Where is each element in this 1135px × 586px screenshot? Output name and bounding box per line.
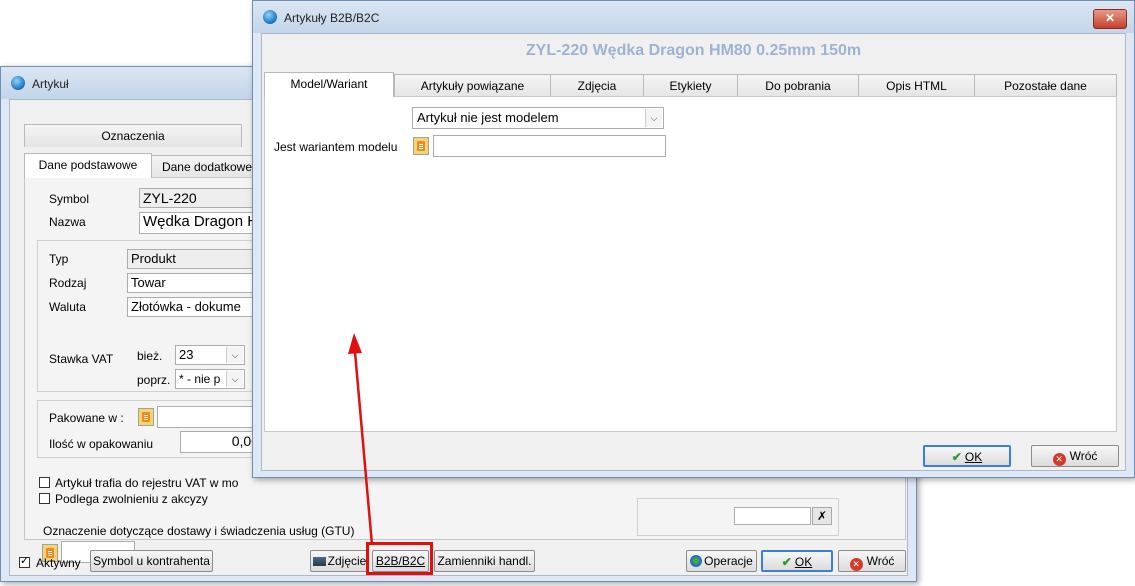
pakowane-field[interactable] bbox=[157, 406, 260, 428]
poprz-label: poprz. bbox=[137, 373, 171, 387]
b2b-titlebar[interactable]: Artykuły B2B/B2C ✕ bbox=[253, 1, 1134, 33]
symbol-kontrahenta-button[interactable]: Symbol u kontrahenta bbox=[90, 550, 213, 572]
nazwa-label: Nazwa bbox=[49, 215, 86, 229]
rodzaj-field[interactable]: Towar bbox=[127, 273, 260, 293]
tab-opis-html[interactable]: Opis HTML bbox=[858, 74, 975, 97]
typ-label: Typ bbox=[49, 252, 69, 266]
tab-do-pobrania[interactable]: Do pobrania bbox=[737, 74, 859, 97]
model-combo[interactable]: Artykuł nie jest modelem ⌵ bbox=[412, 107, 664, 129]
wariant-label: Jest wariantem modelu bbox=[274, 140, 398, 154]
waluta-label: Waluta bbox=[49, 300, 86, 314]
right-remnant-panel: ✗ bbox=[637, 498, 839, 536]
ilosc-field[interactable]: 0,00 bbox=[180, 431, 260, 453]
aktywny-label: Aktywny bbox=[36, 556, 81, 570]
b2b-window: Artykuły B2B/B2C ✕ ZYL-220 Wędka Dragon … bbox=[252, 0, 1135, 478]
waluta-field[interactable]: Złotówka - dokume bbox=[127, 297, 260, 317]
cancel-icon: ✕ bbox=[1052, 453, 1066, 466]
tab-dane-podstawowe[interactable]: Dane podstawowe bbox=[24, 153, 152, 178]
tab-dane-dodatkowe[interactable]: Dane dodatkowe bbox=[151, 155, 263, 178]
remnant-field[interactable] bbox=[734, 507, 811, 525]
symbol-label: Symbol bbox=[49, 192, 90, 206]
app-logo-icon bbox=[11, 76, 25, 90]
tab-oznaczenia[interactable]: Oznaczenia bbox=[24, 124, 242, 147]
picker-icon[interactable] bbox=[138, 408, 154, 426]
opakowanie-group: Pakowane w : Ilość w opakowaniu 0,00 bbox=[37, 400, 261, 458]
b2b-button[interactable]: B2B/B2C bbox=[372, 550, 429, 572]
biez-label: bież. bbox=[137, 349, 163, 363]
back-ok-button[interactable]: ✔ OK bbox=[761, 550, 833, 572]
close-icon: ✕ bbox=[1104, 11, 1116, 25]
front-wroc-button[interactable]: ✕ Wróć bbox=[1031, 445, 1119, 467]
close-button[interactable]: ✕ bbox=[1093, 9, 1127, 29]
clear-icon[interactable]: ✗ bbox=[812, 507, 832, 525]
cancel-icon: ✕ bbox=[849, 558, 863, 571]
typ-group: Typ Produkt Rodzaj Towar Waluta Złotówka… bbox=[37, 240, 261, 392]
gear-icon bbox=[690, 555, 703, 567]
tab-artykuly-powiazane[interactable]: Artykuły powiązane bbox=[394, 74, 551, 97]
rodzaj-label: Rodzaj bbox=[49, 276, 87, 290]
typ-field[interactable]: Produkt bbox=[127, 249, 260, 269]
artykul-title: Artykuł bbox=[32, 77, 69, 91]
b2b-title: Artykuły B2B/B2C bbox=[284, 11, 380, 25]
pakowane-label: Pakowane w : bbox=[49, 411, 124, 425]
chevron-down-icon: ⌵ bbox=[226, 347, 243, 363]
tab-zdjecia[interactable]: Zdjęcia bbox=[550, 74, 644, 97]
nazwa-field[interactable]: Wędka Dragon H bbox=[139, 212, 257, 234]
zdjecie-button[interactable]: Zdjęcie bbox=[310, 550, 369, 572]
stawka-vat-label: Stawka VAT bbox=[49, 352, 114, 366]
chevron-down-icon: ⌵ bbox=[226, 371, 243, 387]
picker-icon[interactable] bbox=[413, 137, 429, 155]
wariant-field[interactable] bbox=[433, 135, 666, 157]
tab-pozostale-dane[interactable]: Pozostałe dane bbox=[974, 74, 1117, 97]
tab-model-wariant[interactable]: Model/Wariant bbox=[264, 72, 394, 97]
check-icon: ✔ bbox=[781, 555, 792, 569]
symbol-field[interactable]: ZYL-220 bbox=[139, 188, 257, 208]
akcyza-label: Podlega zwolnieniu z akcyzy bbox=[55, 492, 208, 506]
b2b-body: ZYL-220 Wędka Dragon HM80 0.25mm 150m Mo… bbox=[261, 33, 1126, 471]
back-wroc-button[interactable]: ✕ Wróć bbox=[838, 550, 906, 572]
gtu-label: Oznaczenie dotyczące dostawy i świadczen… bbox=[43, 524, 355, 538]
vat-biez-select[interactable]: 23 ⌵ bbox=[175, 345, 245, 365]
front-ok-button[interactable]: ✔ OK bbox=[923, 445, 1011, 467]
aktywny-checkbox[interactable]: ✓ bbox=[19, 555, 30, 568]
photo-icon bbox=[312, 557, 326, 566]
vat-register-label: Artykuł trafia do rejestru VAT w mo bbox=[55, 476, 239, 490]
vat-register-checkbox[interactable] bbox=[39, 477, 50, 488]
model-wariant-panel: Artykuł nie jest modelem ⌵ Jest wariante… bbox=[264, 96, 1117, 432]
ilosc-label: Ilość w opakowaniu bbox=[49, 437, 154, 451]
app-logo-icon bbox=[263, 10, 277, 24]
operacje-button[interactable]: Operacje bbox=[686, 550, 757, 572]
vat-poprz-select[interactable]: * - nie p ⌵ bbox=[175, 369, 245, 389]
chevron-down-icon: ⌵ bbox=[645, 109, 662, 127]
akcyza-checkbox[interactable] bbox=[39, 493, 50, 504]
article-header: ZYL-220 Wędka Dragon HM80 0.25mm 150m bbox=[525, 42, 862, 59]
zamienniki-button[interactable]: Zamienniki handl. bbox=[434, 550, 535, 572]
check-icon: ✔ bbox=[951, 450, 962, 464]
tab-etykiety[interactable]: Etykiety bbox=[643, 74, 738, 97]
